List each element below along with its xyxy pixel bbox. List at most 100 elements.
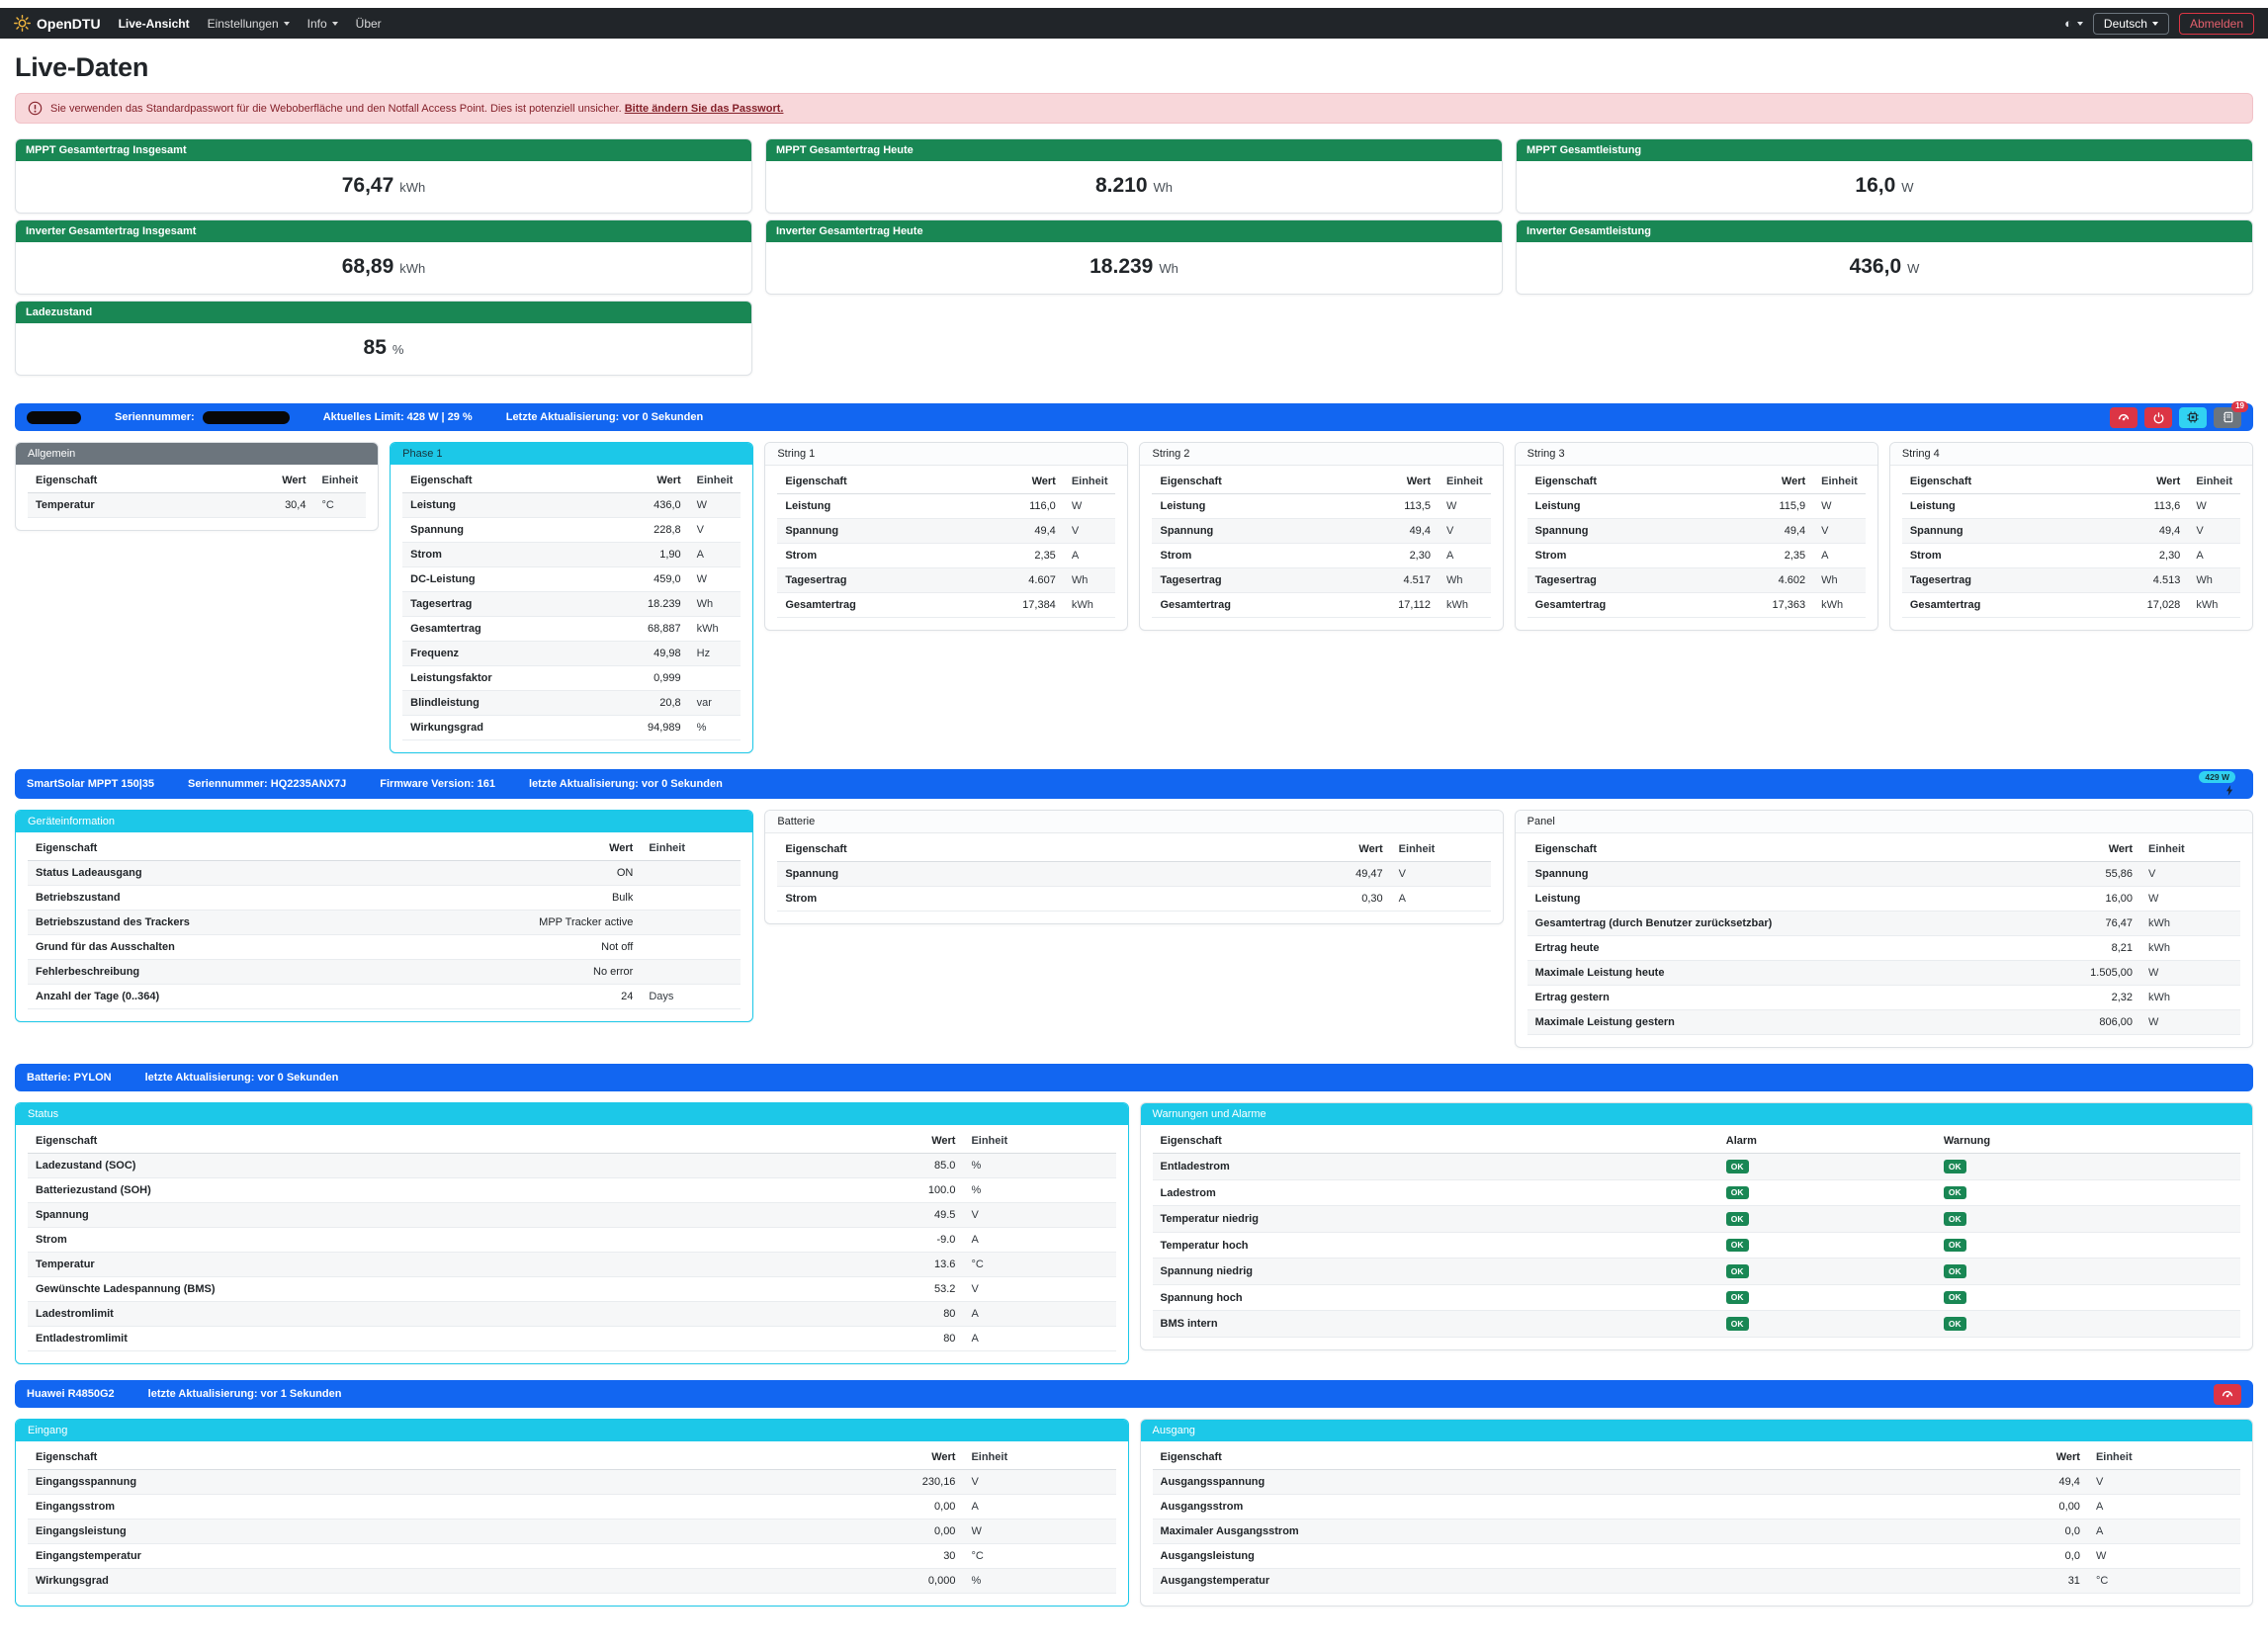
nav-einstellungen-label: Einstellungen xyxy=(208,17,279,31)
cell-value: 0,30 xyxy=(1348,887,1391,912)
table-row: Tagesertrag4.517Wh xyxy=(1152,568,1490,593)
mppt-section-bar: SmartSolar MPPT 150|35 Seriennummer: HQ2… xyxy=(15,769,2253,799)
cell-label: Leistung xyxy=(1152,494,1390,519)
cell-label: Gesamtertrag xyxy=(1527,593,1765,618)
cell-label: Wirkungsgrad xyxy=(28,1569,915,1594)
device-info-button[interactable] xyxy=(2179,407,2207,428)
language-select[interactable]: Deutsch xyxy=(2093,13,2169,35)
cell-label: Eingangstemperatur xyxy=(28,1544,915,1569)
cell-unit: W xyxy=(689,567,741,592)
warning-icon xyxy=(28,101,43,116)
nav-live-ansicht[interactable]: Live-Ansicht xyxy=(119,17,190,31)
cell-unit: kWh xyxy=(689,617,741,642)
cell-unit: A xyxy=(2188,544,2240,568)
eventlog-button[interactable]: 19 xyxy=(2214,407,2241,428)
cell-label: Spannung xyxy=(1527,519,1765,544)
cell-value: 4.607 xyxy=(1014,568,1064,593)
cell-value: 16,00 xyxy=(2082,887,2140,912)
cell-unit: W xyxy=(2188,494,2240,519)
cell-label: Spannung xyxy=(777,519,1014,544)
cell-value: 436,0 xyxy=(640,493,689,518)
cell-label: Strom xyxy=(1152,544,1390,568)
cell-value: 4.517 xyxy=(1390,568,1439,593)
power-toggle-button[interactable] xyxy=(2144,407,2172,428)
cell-label: Ladestromlimit xyxy=(28,1302,920,1327)
cell-value: 0,999 xyxy=(640,666,689,691)
nav-einstellungen[interactable]: Einstellungen xyxy=(208,17,290,31)
summary-card-unit: W xyxy=(1907,261,1919,276)
allgemein-table: Eigenschaft Wert Einheit Temperatur30,4°… xyxy=(28,469,366,518)
col-einheit: Einheit xyxy=(2188,470,2240,494)
cell-unit: V xyxy=(963,1470,1115,1495)
col-wert: Wert xyxy=(531,836,641,861)
cell-unit: V xyxy=(1391,862,1491,887)
cell-unit: A xyxy=(1813,544,1866,568)
summary-card-title: Inverter Gesamtleistung xyxy=(1517,220,2252,242)
chevron-down-icon xyxy=(284,22,290,26)
cell-label: Eingangsleistung xyxy=(28,1520,915,1544)
cell-label: Spannung xyxy=(402,518,640,543)
table-row: Strom1,90A xyxy=(402,543,741,567)
table-row: DC-Leistung459,0W xyxy=(402,567,741,592)
table-row: Batteriezustand (SOH)100.0% xyxy=(28,1178,1116,1203)
table-row: Blindleistung20,8var xyxy=(402,691,741,716)
brand[interactable]: OpenDTU xyxy=(14,15,101,32)
nav-info[interactable]: Info xyxy=(307,17,338,31)
table-row: Leistungsfaktor0,999 xyxy=(402,666,741,691)
change-password-link[interactable]: Bitte ändern Sie das Passwort. xyxy=(625,103,784,115)
cell-unit: A xyxy=(963,1302,1115,1327)
table-row: Gesamtertrag17,112kWh xyxy=(1152,593,1490,618)
cell-unit: kWh xyxy=(2140,936,2240,961)
cell-label: Leistung xyxy=(1527,887,2083,912)
cell-value: 1.505,00 xyxy=(2082,961,2140,986)
cell-warning: OK xyxy=(1936,1232,2240,1259)
panel-ausgang-title: Ausgang xyxy=(1141,1420,2253,1441)
panel-eingang-title: Eingang xyxy=(16,1420,1128,1441)
summary-card-inverter-today: Inverter Gesamtertrag Heute 18.239Wh xyxy=(765,219,1503,295)
cell-label: Temperatur xyxy=(28,1253,920,1277)
cell-label: Gewünschte Ladespannung (BMS) xyxy=(28,1277,920,1302)
cell-label: Temperatur hoch xyxy=(1153,1232,1718,1259)
cell-unit xyxy=(641,911,741,935)
cell-label: Spannung xyxy=(1527,862,2083,887)
cell-unit: Wh xyxy=(1813,568,1866,593)
table-row: Ladestromlimit80A xyxy=(28,1302,1116,1327)
nav-ueber[interactable]: Über xyxy=(356,17,382,31)
summary-card-value: 18.239 xyxy=(1090,255,1153,279)
cell-value: 17,384 xyxy=(1014,593,1064,618)
col-einheit: Einheit xyxy=(963,1129,1115,1154)
theme-toggle[interactable]: ◐ xyxy=(2064,16,2083,31)
summary-card-value: 76,47 xyxy=(342,174,394,198)
logout-button[interactable]: Abmelden xyxy=(2179,13,2254,35)
panel-table: Eigenschaft Wert Einheit Spannung55,86VL… xyxy=(1527,837,2240,1035)
table-row: Ladezustand (SOC)85.0% xyxy=(28,1154,1116,1178)
table-row: Spannung55,86V xyxy=(1527,862,2240,887)
charger-state-indicator: 429 W xyxy=(2199,771,2241,797)
cell-value: 49,4 xyxy=(1014,519,1064,544)
mppt-firmware-text: Firmware Version: 161 xyxy=(380,778,495,790)
cell-unit: A xyxy=(963,1228,1115,1253)
cell-unit: % xyxy=(689,716,741,740)
summary-card-value: 68,89 xyxy=(342,255,394,279)
limit-settings-button[interactable] xyxy=(2110,407,2137,428)
cell-value: 30 xyxy=(915,1544,964,1569)
col-eigenschaft: Eigenschaft xyxy=(1152,470,1390,494)
cell-unit: W xyxy=(1813,494,1866,519)
table-row: Maximale Leistung gestern806,00W xyxy=(1527,1010,2240,1035)
table-row: Tagesertrag18.239Wh xyxy=(402,592,741,617)
table-row: Leistung436,0W xyxy=(402,493,741,518)
col-eigenschaft: Eigenschaft xyxy=(1527,837,2083,862)
table-row: Leistung116,0W xyxy=(777,494,1115,519)
summary-card-unit: % xyxy=(393,342,404,357)
cell-unit: W xyxy=(2088,1544,2240,1569)
cell-unit: A xyxy=(2088,1495,2240,1520)
psu-limit-button[interactable] xyxy=(2214,1384,2241,1405)
cell-unit: % xyxy=(963,1178,1115,1203)
chevron-down-icon xyxy=(332,22,338,26)
panel-allgemein-title: Allgemein xyxy=(16,443,378,465)
cell-unit: A xyxy=(963,1495,1115,1520)
cell-label: Strom xyxy=(1527,544,1765,568)
table-header-row: Eigenschaft Wert Einheit xyxy=(402,469,741,493)
cell-value: 13.6 xyxy=(920,1253,964,1277)
col-eigenschaft: Eigenschaft xyxy=(28,469,274,493)
